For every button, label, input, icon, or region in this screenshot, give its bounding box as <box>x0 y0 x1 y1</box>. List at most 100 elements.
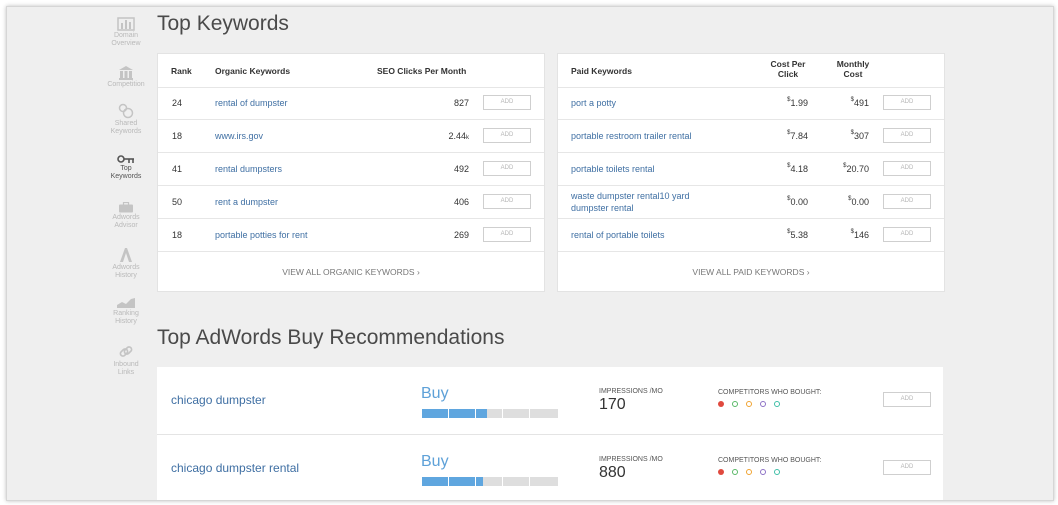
add-button[interactable]: ADD <box>883 95 931 110</box>
buy-strength-bar <box>422 477 558 486</box>
competitor-dot[interactable] <box>732 469 738 475</box>
competitor-dot[interactable] <box>732 401 738 407</box>
bar-segment <box>530 477 558 486</box>
paid-header-row: Paid Keywords Cost Per Click Monthly Cost <box>558 54 944 88</box>
rank-value: 41 <box>172 164 183 174</box>
rank-value: 18 <box>172 131 183 141</box>
seo-clicks-value: 269 <box>453 230 469 240</box>
view-all-organic-keywords-link[interactable]: VIEW ALL ORGANIC KEYWORDS › <box>158 267 544 277</box>
competitor-dot[interactable] <box>746 469 752 475</box>
competitors-label: COMPETITORS WHO BOUGHT: <box>718 457 822 464</box>
add-button[interactable]: ADD <box>483 95 531 110</box>
organic-keyword-link[interactable]: rental of dumpster <box>215 98 288 108</box>
add-button[interactable]: ADD <box>883 460 931 475</box>
seo-clicks-value: 2.44k <box>448 131 469 141</box>
buy-strength-bar <box>422 409 558 418</box>
rank-value: 24 <box>172 98 183 108</box>
recommendation-keyword-link[interactable]: chicago dumpster <box>171 393 266 407</box>
paid-keyword-link[interactable]: portable restroom trailer rental <box>571 131 692 141</box>
table-row: 18 www.irs.gov 2.44k ADD <box>158 120 544 153</box>
paid-keyword-link[interactable]: portable toilets rental <box>571 164 655 174</box>
table-row: 18 portable potties for rent 269 ADD <box>158 219 544 252</box>
add-button[interactable]: ADD <box>883 227 931 242</box>
app-frame: Domain Overview Competition Shared Keywo… <box>6 6 1054 501</box>
table-row: portable restroom trailer rental $7.84 $… <box>558 120 944 153</box>
impressions-label: IMPRESSIONS /MO <box>599 456 663 463</box>
impressions-value: 170 <box>599 396 626 413</box>
impressions-value: 880 <box>599 464 626 481</box>
building-icon <box>119 66 133 80</box>
paid-keyword-link[interactable]: port a potty <box>571 98 616 108</box>
seo-clicks-value: 827 <box>453 98 469 108</box>
table-row: port a potty $1.99 $491 ADD <box>558 87 944 120</box>
cost-per-click-value: $7.84 <box>787 130 808 141</box>
paid-keyword-link[interactable]: waste dumpster rental10 yard dumpster ren… <box>571 190 690 214</box>
add-button[interactable]: ADD <box>883 128 931 143</box>
monthly-cost-value: $491 <box>850 97 869 108</box>
paid-keyword-link[interactable]: rental of portable toilets <box>571 230 665 240</box>
competitor-dot[interactable] <box>774 469 780 475</box>
sidebar-item-adwords-advisor[interactable]: Adwords Advisor <box>105 202 147 230</box>
key-icon <box>117 155 134 163</box>
bar-fill <box>422 477 483 486</box>
paid-keywords-panel: Paid Keywords Cost Per Click Monthly Cost … <box>557 53 945 292</box>
organic-keyword-link[interactable]: rental dumpsters <box>215 164 282 174</box>
add-button[interactable]: ADD <box>883 392 931 407</box>
competitor-dot[interactable] <box>760 401 766 407</box>
adwords-recommendations-title: Top AdWords Buy Recommendations <box>157 326 505 349</box>
add-button[interactable]: ADD <box>483 161 531 176</box>
briefcase-icon <box>119 202 133 213</box>
sidebar-item-ranking-history[interactable]: Ranking History <box>105 297 147 326</box>
add-button[interactable]: ADD <box>883 194 931 209</box>
organic-keyword-link[interactable]: portable potties for rent <box>215 230 308 240</box>
recommendation-row: chicago dumpster Buy IMPRESSIONS /MO 170… <box>157 367 943 435</box>
table-row: waste dumpster rental10 yard dumpster ren… <box>558 186 944 219</box>
sidebar-item-shared-keywords[interactable]: Shared Keywords <box>105 103 147 136</box>
add-button[interactable]: ADD <box>483 194 531 209</box>
sidebar-item-domain-overview[interactable]: Domain Overview <box>105 17 147 48</box>
sidebar-item-inbound-links[interactable]: Inbound Links <box>105 344 147 377</box>
table-row: 24 rental of dumpster 827 ADD <box>158 87 544 120</box>
monthly-cost-value: $0.00 <box>848 196 869 207</box>
rank-value: 50 <box>172 197 183 207</box>
sidebar-item-top-keywords[interactable]: Top Keywords <box>105 154 147 181</box>
bar-fill <box>422 409 487 418</box>
buy-label: Buy <box>421 453 449 470</box>
competitor-dot[interactable] <box>760 469 766 475</box>
competitors-label: COMPETITORS WHO BOUGHT: <box>718 389 822 396</box>
table-row: 41 rental dumpsters 492 ADD <box>158 153 544 186</box>
add-button[interactable]: ADD <box>483 227 531 242</box>
bar-segment <box>503 477 529 486</box>
organic-keyword-link[interactable]: rent a dumpster <box>215 197 278 207</box>
cost-per-click-value: $5.38 <box>787 229 808 240</box>
competitor-dot[interactable] <box>718 401 724 407</box>
recommendations-list: chicago dumpster Buy IMPRESSIONS /MO 170… <box>157 367 943 500</box>
adwords-history-icon <box>120 248 132 262</box>
bar-segment <box>530 409 558 418</box>
table-row: portable toilets rental $4.18 $20.70 ADD <box>558 153 944 186</box>
monthly-cost-value: $146 <box>850 229 869 240</box>
organic-keywords-panel: Rank Organic Keywords SEO Clicks Per Mon… <box>157 53 545 292</box>
add-button[interactable]: ADD <box>483 128 531 143</box>
view-all-paid-keywords-link[interactable]: VIEW ALL PAID KEYWORDS › <box>558 267 944 277</box>
competitor-dot[interactable] <box>746 401 752 407</box>
sidebar-item-adwords-history[interactable]: Adwords History <box>105 247 147 280</box>
add-button[interactable]: ADD <box>883 161 931 176</box>
bar-segment <box>503 409 529 418</box>
seo-clicks-value: 492 <box>453 164 469 174</box>
shared-keywords-icon <box>118 103 134 119</box>
table-row: 50 rent a dumpster 406 ADD <box>158 186 544 219</box>
rank-value: 18 <box>172 230 183 240</box>
competitor-dot[interactable] <box>774 401 780 407</box>
cost-per-click-value: $1.99 <box>787 97 808 108</box>
sidebar-item-competition[interactable]: Competition <box>105 65 147 89</box>
seo-clicks-column-header: SEO Clicks Per Month <box>377 66 467 76</box>
seo-clicks-value: 406 <box>453 197 469 207</box>
monthly-cost-column-header: Monthly Cost <box>836 59 870 79</box>
cost-per-click-value: $4.18 <box>787 163 808 174</box>
organic-keyword-link[interactable]: www.irs.gov <box>215 131 263 141</box>
impressions-label: IMPRESSIONS /MO <box>599 388 663 395</box>
bar-chart-icon <box>117 17 135 31</box>
competitor-dot[interactable] <box>718 469 724 475</box>
recommendation-keyword-link[interactable]: chicago dumpster rental <box>171 461 299 475</box>
